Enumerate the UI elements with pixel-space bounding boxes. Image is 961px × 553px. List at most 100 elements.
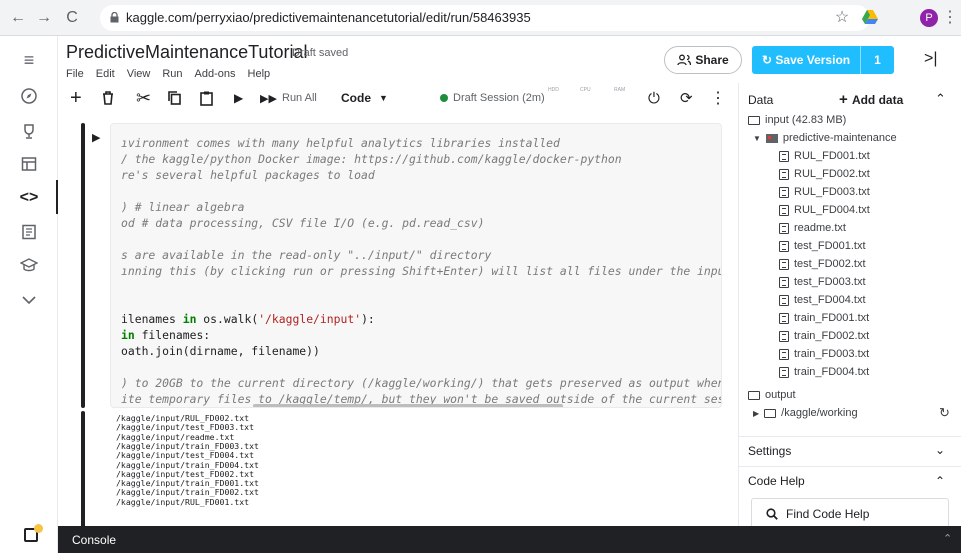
file-icon bbox=[779, 168, 789, 180]
menu-edit[interactable]: Edit bbox=[96, 68, 115, 80]
file-item[interactable]: RUL_FD004.txt bbox=[779, 204, 870, 216]
cpu-meter: CPU bbox=[580, 87, 591, 93]
code-line: ınning this (by clicking run or pressing… bbox=[121, 264, 722, 278]
graduation-cap-icon[interactable] bbox=[19, 256, 39, 276]
save-version-button[interactable]: ↻ Save Version 1 bbox=[752, 46, 894, 74]
chevron-down-icon[interactable]: ⌄ bbox=[935, 443, 945, 457]
file-item[interactable]: train_FD004.txt bbox=[779, 366, 869, 378]
menu-file[interactable]: File bbox=[66, 68, 84, 80]
session-status-dot bbox=[440, 94, 448, 102]
power-icon[interactable]: ⏻ bbox=[648, 89, 660, 107]
reload-icon[interactable]: C bbox=[62, 8, 82, 28]
table-icon[interactable] bbox=[19, 154, 39, 174]
menu-help[interactable]: Help bbox=[248, 68, 271, 80]
document-icon[interactable] bbox=[19, 222, 39, 242]
chevron-up-icon[interactable]: ⌃ bbox=[943, 532, 952, 545]
browser-chrome: ← → C kaggle.com/perryxiao/predictivemai… bbox=[0, 0, 961, 36]
output-line: /kaggle/input/train_FD002.txt bbox=[116, 487, 259, 498]
file-item[interactable]: train_FD001.txt bbox=[779, 312, 869, 324]
chevron-up-icon[interactable]: ⌃ bbox=[935, 474, 945, 488]
cell-type-dropdown[interactable]: Code ▼ bbox=[341, 89, 388, 107]
horizontal-scrollbar[interactable] bbox=[253, 404, 563, 407]
chevron-up-icon[interactable]: ⌃ bbox=[935, 91, 946, 107]
version-count: 1 bbox=[860, 46, 894, 74]
folder-icon bbox=[748, 115, 760, 125]
run-all-icon[interactable]: ▶▶ bbox=[260, 89, 277, 107]
file-item[interactable]: RUL_FD002.txt bbox=[779, 168, 870, 180]
output-folder[interactable]: output bbox=[748, 389, 796, 401]
code-icon[interactable]: <> bbox=[19, 188, 39, 208]
forward-icon[interactable]: → bbox=[34, 8, 54, 28]
divider bbox=[739, 466, 961, 467]
file-item[interactable]: test_FD002.txt bbox=[779, 258, 866, 270]
refresh-icon[interactable]: ↻ bbox=[939, 405, 950, 421]
code-line: ) to 20GB to the current directory (/kag… bbox=[121, 376, 722, 390]
code-editor[interactable]: ıvironment comes with many helpful analy… bbox=[110, 123, 722, 408]
file-item[interactable]: readme.txt bbox=[779, 222, 846, 234]
cell-run-icon[interactable]: ▶ bbox=[92, 131, 100, 144]
code-line: ilenames in os.walk('/kaggle/input'): bbox=[121, 312, 375, 326]
menu-addons[interactable]: Add-ons bbox=[195, 68, 236, 80]
hdd-meter: HDD bbox=[548, 87, 559, 93]
settings-section[interactable]: Settings bbox=[748, 444, 791, 458]
code-line: ıvironment comes with many helpful analy… bbox=[121, 136, 560, 150]
address-bar[interactable]: kaggle.com/perryxiao/predictivemaintenan… bbox=[100, 5, 870, 31]
cut-icon[interactable]: ✂ bbox=[136, 88, 151, 108]
collapse-panel-icon[interactable]: >| bbox=[924, 50, 938, 68]
dataset-icon bbox=[765, 133, 778, 143]
output-line: /kaggle/input/train_FD003.txt bbox=[116, 440, 259, 451]
share-label: Share bbox=[695, 53, 729, 67]
file-icon bbox=[779, 186, 789, 198]
people-icon bbox=[677, 54, 692, 66]
console-bar[interactable]: Console ⌃ bbox=[58, 526, 961, 553]
file-item[interactable]: test_FD003.txt bbox=[779, 276, 866, 288]
paste-icon[interactable] bbox=[200, 89, 213, 107]
save-version-label: ↻ Save Version bbox=[762, 53, 851, 67]
notification-badge bbox=[34, 524, 43, 533]
back-icon[interactable]: ← bbox=[8, 8, 28, 28]
file-item[interactable]: test_FD004.txt bbox=[779, 294, 866, 306]
menu-view[interactable]: View bbox=[127, 68, 151, 80]
code-help-section[interactable]: Code Help bbox=[748, 474, 805, 488]
code-line: ) # linear algebra bbox=[121, 200, 245, 214]
save-status: Draft saved bbox=[292, 47, 349, 59]
output-line: /kaggle/input/RUL_FD001.txt bbox=[116, 496, 250, 507]
file-item[interactable]: test_FD001.txt bbox=[779, 240, 866, 252]
output-line: /kaggle/input/test_FD002.txt bbox=[116, 468, 255, 479]
star-icon[interactable]: ☆ bbox=[832, 8, 852, 28]
working-folder[interactable]: ▶/kaggle/working bbox=[753, 407, 858, 419]
chevron-down-icon[interactable] bbox=[19, 290, 39, 310]
file-item[interactable]: RUL_FD003.txt bbox=[779, 186, 870, 198]
input-folder[interactable]: input (42.83 MB) bbox=[748, 114, 846, 126]
lock-icon bbox=[110, 12, 119, 23]
dataset-item[interactable]: ▼ predictive-maintenance bbox=[753, 132, 897, 144]
delete-icon[interactable] bbox=[102, 89, 114, 107]
share-button[interactable]: Share bbox=[664, 46, 742, 74]
code-line: s are available in the read-only "../inp… bbox=[121, 248, 492, 262]
menu-run[interactable]: Run bbox=[162, 68, 182, 80]
run-cell-icon[interactable]: ▶ bbox=[234, 89, 243, 107]
browser-menu-icon[interactable]: ⋮ bbox=[942, 8, 958, 28]
run-all-button[interactable]: Run All bbox=[282, 89, 317, 107]
code-line: / the kaggle/python Docker image: https:… bbox=[121, 152, 622, 166]
notebook-title[interactable]: PredictiveMaintenanceTutorial bbox=[66, 42, 307, 63]
drive-icon[interactable] bbox=[862, 10, 878, 24]
session-status[interactable]: Draft Session (2m) bbox=[440, 89, 545, 107]
add-cell-icon[interactable]: + bbox=[70, 87, 82, 109]
divider bbox=[739, 436, 961, 437]
add-data-button[interactable]: + Add data bbox=[839, 91, 903, 108]
compass-icon[interactable] bbox=[19, 86, 39, 106]
dropdown-caret-icon: ▼ bbox=[379, 93, 388, 103]
profile-avatar[interactable]: P bbox=[920, 9, 938, 27]
code-line: re's several helpful packages to load bbox=[121, 168, 375, 182]
file-item[interactable]: train_FD003.txt bbox=[779, 348, 869, 360]
trophy-icon[interactable] bbox=[19, 122, 39, 142]
more-options-icon[interactable]: ⋮ bbox=[710, 89, 726, 107]
file-icon bbox=[779, 312, 789, 324]
restart-icon[interactable]: ⟳ bbox=[680, 89, 693, 107]
file-item[interactable]: train_FD002.txt bbox=[779, 330, 869, 342]
copy-icon[interactable] bbox=[168, 89, 181, 107]
output-line: /kaggle/input/train_FD001.txt bbox=[116, 478, 259, 489]
hamburger-icon[interactable]: ≡ bbox=[19, 50, 39, 70]
file-item[interactable]: RUL_FD001.txt bbox=[779, 150, 870, 162]
